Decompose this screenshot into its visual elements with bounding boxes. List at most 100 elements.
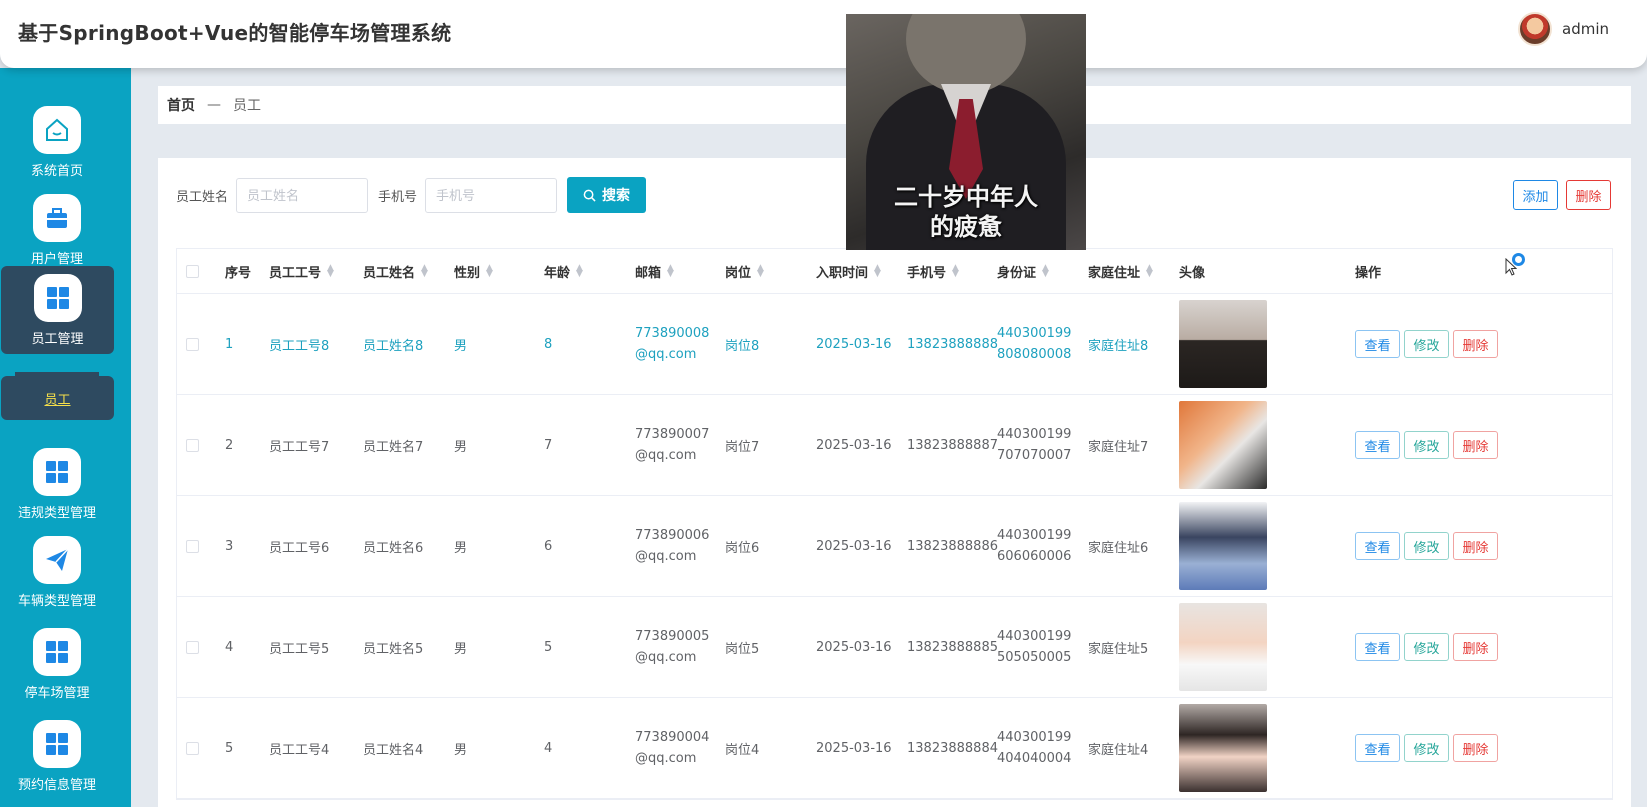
breadcrumb-home[interactable]: 首页 bbox=[167, 95, 195, 115]
phone-filter-label: 手机号 bbox=[378, 189, 418, 205]
cell-actions: 查看 修改 删除 bbox=[1355, 698, 1502, 798]
view-button[interactable]: 查看 bbox=[1355, 633, 1400, 661]
column-header[interactable]: 入职时间 ▲ ▼ bbox=[816, 249, 881, 293]
cell-gender: 男 bbox=[454, 742, 468, 758]
view-button[interactable]: 查看 bbox=[1355, 734, 1400, 762]
column-header[interactable]: 员工姓名 ▲ ▼ bbox=[363, 249, 428, 293]
column-header[interactable]: 邮箱 ▲ ▼ bbox=[635, 249, 674, 293]
grid-icon bbox=[33, 274, 82, 322]
edit-button[interactable]: 修改 bbox=[1404, 734, 1449, 762]
sort-icon: ▲ ▼ bbox=[952, 263, 959, 279]
phone-search-input[interactable] bbox=[425, 177, 558, 213]
name-filter-label: 员工姓名 bbox=[176, 189, 229, 205]
avatar-photo[interactable] bbox=[1179, 704, 1267, 792]
edit-button[interactable]: 修改 bbox=[1404, 431, 1449, 459]
cell-date: 2025-03-16 bbox=[816, 639, 892, 655]
avatar[interactable] bbox=[1518, 12, 1552, 46]
avatar-photo[interactable] bbox=[1179, 401, 1267, 489]
cell-avatar bbox=[1179, 496, 1267, 596]
add-button[interactable]: 添加 bbox=[1513, 180, 1558, 210]
sort-icon: ▲ ▼ bbox=[421, 263, 428, 279]
cell-actions: 查看 修改 删除 bbox=[1355, 496, 1502, 596]
cell-gender: 男 bbox=[454, 439, 468, 455]
mouse-cursor-icon bbox=[1505, 258, 1517, 276]
view-button[interactable]: 查看 bbox=[1355, 532, 1400, 560]
column-header[interactable]: 手机号 ▲ ▼ bbox=[907, 249, 959, 293]
row-checkbox[interactable] bbox=[186, 597, 199, 697]
cell-addr: 家庭住址6 bbox=[1088, 540, 1149, 556]
table-row[interactable]: 2 员工工号7 员工姓名7 男 7 773890007@qq.com 岗位7 2025-03-… bbox=[177, 395, 1612, 496]
table-row[interactable]: 5 员工工号4 员工姓名4 男 4 773890004@qq.com 岗位4 2025-03-… bbox=[177, 698, 1612, 799]
cell-age: 4 bbox=[544, 740, 553, 756]
search-icon bbox=[583, 189, 596, 202]
view-button[interactable]: 查看 bbox=[1355, 330, 1400, 358]
column-header[interactable]: 员工工号 ▲ ▼ bbox=[269, 249, 334, 293]
sidebar-item-label: 系统首页 bbox=[30, 164, 83, 179]
delete-button[interactable]: 删除 bbox=[1453, 532, 1498, 560]
cell-no: 4 bbox=[225, 639, 234, 655]
column-header[interactable]: 家庭住址 ▲ ▼ bbox=[1088, 249, 1153, 293]
cell-phone: 13823888885 bbox=[907, 639, 998, 655]
view-button[interactable]: 查看 bbox=[1355, 431, 1400, 459]
delete-button[interactable]: 删除 bbox=[1453, 633, 1498, 661]
cell-avatar bbox=[1179, 597, 1267, 697]
sort-icon: ▲ ▼ bbox=[576, 263, 583, 279]
cell-no: 3 bbox=[225, 538, 234, 554]
batch-delete-button[interactable]: 删除 bbox=[1566, 180, 1611, 210]
grid-icon bbox=[33, 628, 81, 676]
cell-date: 2025-03-16 bbox=[816, 437, 892, 453]
cell-code: 员工工号6 bbox=[269, 540, 330, 556]
cell-post: 岗位5 bbox=[725, 641, 760, 657]
sidebar-item-staff[interactable]: 员工管理 bbox=[1, 266, 114, 354]
sidebar-item-parking[interactable]: 停车场管理 bbox=[0, 620, 114, 706]
row-checkbox[interactable] bbox=[186, 698, 199, 798]
delete-button[interactable]: 删除 bbox=[1453, 431, 1498, 459]
edit-button[interactable]: 修改 bbox=[1404, 633, 1449, 661]
avatar-photo[interactable] bbox=[1179, 300, 1267, 388]
cell-code: 员工工号7 bbox=[269, 439, 330, 455]
cell-avatar bbox=[1179, 294, 1267, 394]
cell-addr: 家庭住址8 bbox=[1088, 338, 1149, 354]
cell-phone: 13823888888 bbox=[907, 336, 998, 352]
cell-name: 员工姓名6 bbox=[363, 540, 424, 556]
cell-email: 773890007@qq.com bbox=[635, 427, 710, 463]
sidebar-item-users[interactable]: 用户管理 bbox=[0, 186, 114, 272]
search-button[interactable]: 搜索 bbox=[567, 177, 647, 213]
table-row[interactable]: 1 员工工号8 员工姓名8 男 8 773890008@qq.com 岗位8 2025-03-… bbox=[177, 294, 1612, 395]
select-all-checkbox[interactable] bbox=[186, 249, 199, 293]
username[interactable]: admin bbox=[1562, 20, 1609, 38]
delete-button[interactable]: 删除 bbox=[1453, 330, 1498, 358]
sidebar-subitem-staff[interactable]: 员工 bbox=[1, 372, 114, 420]
cell-age: 7 bbox=[544, 437, 553, 453]
edit-button[interactable]: 修改 bbox=[1404, 330, 1449, 358]
sidebar-item-vehicle-types[interactable]: 车辆类型管理 bbox=[0, 528, 114, 614]
app-title: 基于SpringBoot+Vue的智能停车场管理系统 bbox=[18, 21, 452, 45]
cell-no: 5 bbox=[225, 740, 234, 756]
sort-icon: ▲ ▼ bbox=[667, 263, 674, 279]
sidebar-item-violation-types[interactable]: 违规类型管理 bbox=[0, 440, 114, 526]
avatar-photo[interactable] bbox=[1179, 502, 1267, 590]
cell-post: 岗位8 bbox=[725, 338, 760, 354]
edit-button[interactable]: 修改 bbox=[1404, 532, 1449, 560]
cell-id: 440300199808080008 bbox=[997, 326, 1072, 362]
cell-post: 岗位7 bbox=[725, 439, 760, 455]
avatar-photo[interactable] bbox=[1179, 603, 1267, 691]
column-header[interactable]: 岗位 ▲ ▼ bbox=[725, 249, 764, 293]
table-row[interactable]: 4 员工工号5 员工姓名5 男 5 773890005@qq.com 岗位5 2025-03-… bbox=[177, 597, 1612, 698]
column-header[interactable]: 身份证 ▲ ▼ bbox=[997, 249, 1049, 293]
column-header[interactable]: 年龄 ▲ ▼ bbox=[544, 249, 583, 293]
breadcrumb-current: 员工 bbox=[233, 98, 261, 114]
sidebar: 系统首页 用户管理 员工管理 员工 违规类型管理 车辆类型管理 停车场管理 预约… bbox=[0, 68, 131, 807]
delete-button[interactable]: 删除 bbox=[1453, 734, 1498, 762]
sort-icon: ▲ ▼ bbox=[1146, 263, 1153, 279]
row-checkbox[interactable] bbox=[186, 496, 199, 596]
row-checkbox[interactable] bbox=[186, 395, 199, 495]
sidebar-item-reservations[interactable]: 预约信息管理 bbox=[0, 712, 114, 798]
sidebar-item-home[interactable]: 系统首页 bbox=[0, 98, 114, 184]
search-button-label: 搜索 bbox=[602, 187, 631, 203]
column-header[interactable]: 性别 ▲ ▼ bbox=[454, 249, 493, 293]
name-search-input[interactable] bbox=[236, 177, 369, 213]
user-menu[interactable]: admin bbox=[1518, 12, 1609, 46]
table-row[interactable]: 3 员工工号6 员工姓名6 男 6 773890006@qq.com 岗位6 2025-03-… bbox=[177, 496, 1612, 597]
row-checkbox[interactable] bbox=[186, 294, 199, 394]
